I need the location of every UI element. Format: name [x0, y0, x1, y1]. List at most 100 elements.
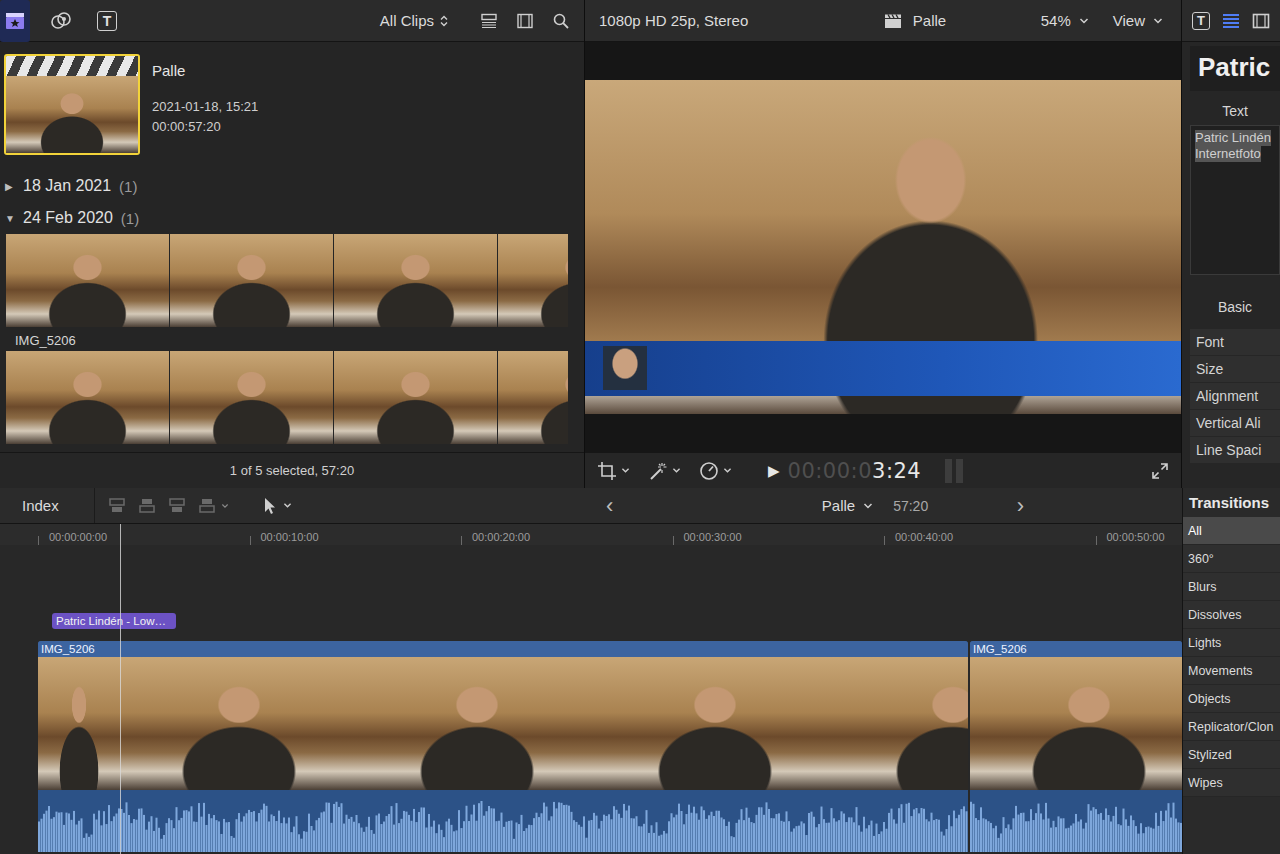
waveform-bar: [471, 814, 473, 852]
fullscreen-button[interactable]: [1151, 462, 1169, 480]
transition-category[interactable]: Lights: [1183, 629, 1280, 657]
waveform-bar: [1045, 803, 1047, 852]
play-button[interactable]: ▶: [768, 462, 780, 480]
waveform-bar: [1143, 833, 1145, 852]
waveform-bar: [853, 822, 855, 852]
inspector-tab[interactable]: [1248, 8, 1274, 34]
text-field-line: Internetfoto: [1195, 146, 1261, 162]
history-back-button[interactable]: ‹: [600, 493, 619, 519]
search-button[interactable]: [546, 6, 576, 36]
waveform-bar: [871, 821, 873, 852]
zoom-menu[interactable]: 54%: [1041, 12, 1089, 29]
edit-tools: [95, 497, 600, 515]
waveform-bar: [346, 815, 348, 852]
timecode-display[interactable]: 00:00:03:24: [788, 459, 922, 483]
waveform-bar: [161, 839, 163, 852]
waveform-bar: [723, 819, 725, 852]
clip-filmstrip[interactable]: IMG_5206: [0, 234, 584, 350]
browser-pane: T All Clips Palle2021-01-18, 15:2100:00:57…: [0, 0, 585, 488]
disclosure-triangle[interactable]: ▼: [5, 213, 15, 224]
clip-audio: [38, 790, 968, 852]
transition-category[interactable]: Objects: [1183, 685, 1280, 713]
filmstrip-view-button[interactable]: [510, 6, 540, 36]
waveform-bar: [975, 818, 977, 852]
property-row[interactable]: Vertical Ali: [1190, 410, 1280, 436]
clip-filmstrip[interactable]: [0, 351, 584, 444]
tool-menu[interactable]: [263, 497, 292, 515]
history-forward-button[interactable]: ›: [1011, 493, 1030, 519]
waveform-bar: [738, 820, 740, 852]
waveform-bar: [1068, 828, 1070, 852]
transition-category[interactable]: Wipes: [1183, 769, 1280, 797]
waveform-bar: [1053, 821, 1055, 852]
edit-mode-button[interactable]: [167, 497, 189, 515]
waveform-bar: [748, 818, 750, 852]
waveform-bar: [438, 824, 440, 852]
enhance-menu[interactable]: [648, 461, 681, 481]
browser-tab[interactable]: T: [92, 0, 122, 42]
waveform-bar: [926, 819, 928, 852]
transition-category[interactable]: Movements: [1183, 657, 1280, 685]
project-thumbnail[interactable]: [4, 54, 140, 155]
browser-tab[interactable]: [46, 0, 76, 42]
waveform-bar: [931, 813, 933, 852]
waveform-bar: [443, 837, 445, 852]
browser-tab[interactable]: [0, 0, 30, 42]
property-row[interactable]: Alignment: [1190, 383, 1280, 409]
transition-category[interactable]: Stylized: [1183, 741, 1280, 769]
timeline-project[interactable]: Palle57:20: [822, 497, 928, 514]
edit-mode-button[interactable]: [197, 497, 229, 515]
property-row[interactable]: Font: [1190, 329, 1280, 355]
property-row[interactable]: Size: [1190, 356, 1280, 382]
transform-menu[interactable]: [597, 461, 630, 481]
transition-category[interactable]: 360°: [1183, 545, 1280, 573]
waveform-bar: [418, 812, 420, 852]
transition-category[interactable]: Blurs: [1183, 573, 1280, 601]
waveform-bar: [176, 807, 178, 852]
inspector-tab[interactable]: [1218, 8, 1244, 34]
waveform-bar: [611, 819, 613, 852]
waveform-bar: [353, 822, 355, 852]
clip-filter-menu[interactable]: All Clips: [380, 12, 448, 29]
project-format: 1080p HD 25p, Stereo: [599, 12, 748, 29]
playhead[interactable]: [120, 524, 121, 854]
inspector-tab[interactable]: T: [1188, 8, 1214, 34]
transition-category[interactable]: Replicator/Clon: [1183, 713, 1280, 741]
transition-category[interactable]: All: [1183, 517, 1280, 545]
clip-frame: [970, 657, 1182, 790]
waveform-bar: [61, 812, 63, 852]
disclosure-triangle[interactable]: ▶: [5, 181, 15, 192]
waveform-bar: [368, 817, 370, 852]
date-group-header[interactable]: ▼24 Feb 2020(1): [0, 202, 584, 234]
video-clip[interactable]: IMG_5206: [970, 641, 1182, 852]
waveform-bar: [936, 819, 938, 852]
waveform-bar: [641, 826, 643, 852]
waveform-bar: [906, 804, 908, 852]
waveform-bar: [1178, 822, 1180, 852]
waveform-bar: [613, 806, 615, 852]
waveform-bar: [813, 817, 815, 852]
waveform-bar: [776, 814, 778, 852]
timeline-ruler[interactable]: 00:00:00:0000:00:10:0000:00:20:0000:00:3…: [0, 524, 1182, 545]
edit-mode-button[interactable]: [107, 497, 129, 515]
timeline-index-button[interactable]: Index: [0, 488, 95, 523]
retime-menu[interactable]: [699, 461, 732, 481]
transition-category[interactable]: Dissolves: [1183, 601, 1280, 629]
waveform-bar: [1003, 817, 1005, 852]
video-clip[interactable]: IMG_5206: [38, 641, 968, 852]
property-row[interactable]: Line Spaci: [1190, 437, 1280, 463]
waveform-bar: [291, 832, 293, 852]
waveform-bar: [583, 816, 585, 852]
ruler-tick: 00:00:30:00: [673, 536, 885, 545]
view-menu[interactable]: View: [1113, 12, 1163, 29]
list-view-button[interactable]: [474, 6, 504, 36]
audio-meters-icon[interactable]: [945, 459, 963, 483]
title-clip[interactable]: Patric Lindén - Low…: [52, 613, 176, 629]
date-group-header[interactable]: ▶18 Jan 2021(1): [0, 170, 584, 202]
waveform-bar: [1038, 804, 1040, 852]
project-item[interactable]: Palle2021-01-18, 15:2100:00:57:20: [0, 50, 584, 170]
title-text-field[interactable]: Patric LindénInternetfoto: [1190, 125, 1280, 275]
waveform-bar: [671, 813, 673, 852]
edit-mode-button[interactable]: [137, 497, 159, 515]
preset-label[interactable]: Basic: [1190, 275, 1280, 329]
